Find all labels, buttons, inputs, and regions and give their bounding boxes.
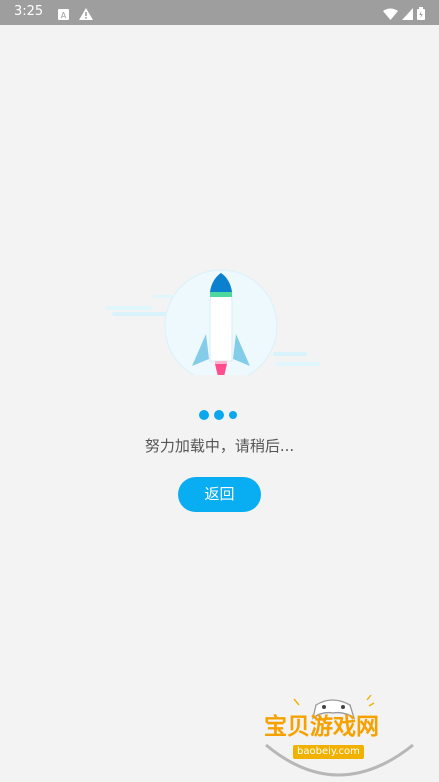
wifi-icon — [383, 5, 398, 24]
status-bar: 3:25 A — [0, 0, 439, 25]
status-left-icons: A — [58, 5, 93, 24]
status-right-icons — [383, 5, 425, 24]
battery-icon — [417, 5, 425, 24]
loading-screen — [0, 25, 439, 782]
loading-message: 努力加载中，请稍后... — [144, 437, 295, 455]
watermark-url: baobeiy.com — [293, 745, 364, 759]
watermark-title: 宝贝游戏网 — [264, 714, 379, 740]
signal-icon — [402, 5, 413, 24]
status-time: 3:25 — [14, 4, 44, 19]
back-button[interactable]: 返回 — [178, 477, 261, 512]
loading-dots — [198, 408, 242, 422]
a-notification-icon: A — [58, 5, 69, 24]
watermark-logo: 宝贝游戏网 baobeiy.com — [258, 695, 418, 779]
warning-icon — [79, 5, 93, 24]
svg-text:A: A — [61, 11, 67, 20]
rocket-illustration — [105, 245, 325, 389]
